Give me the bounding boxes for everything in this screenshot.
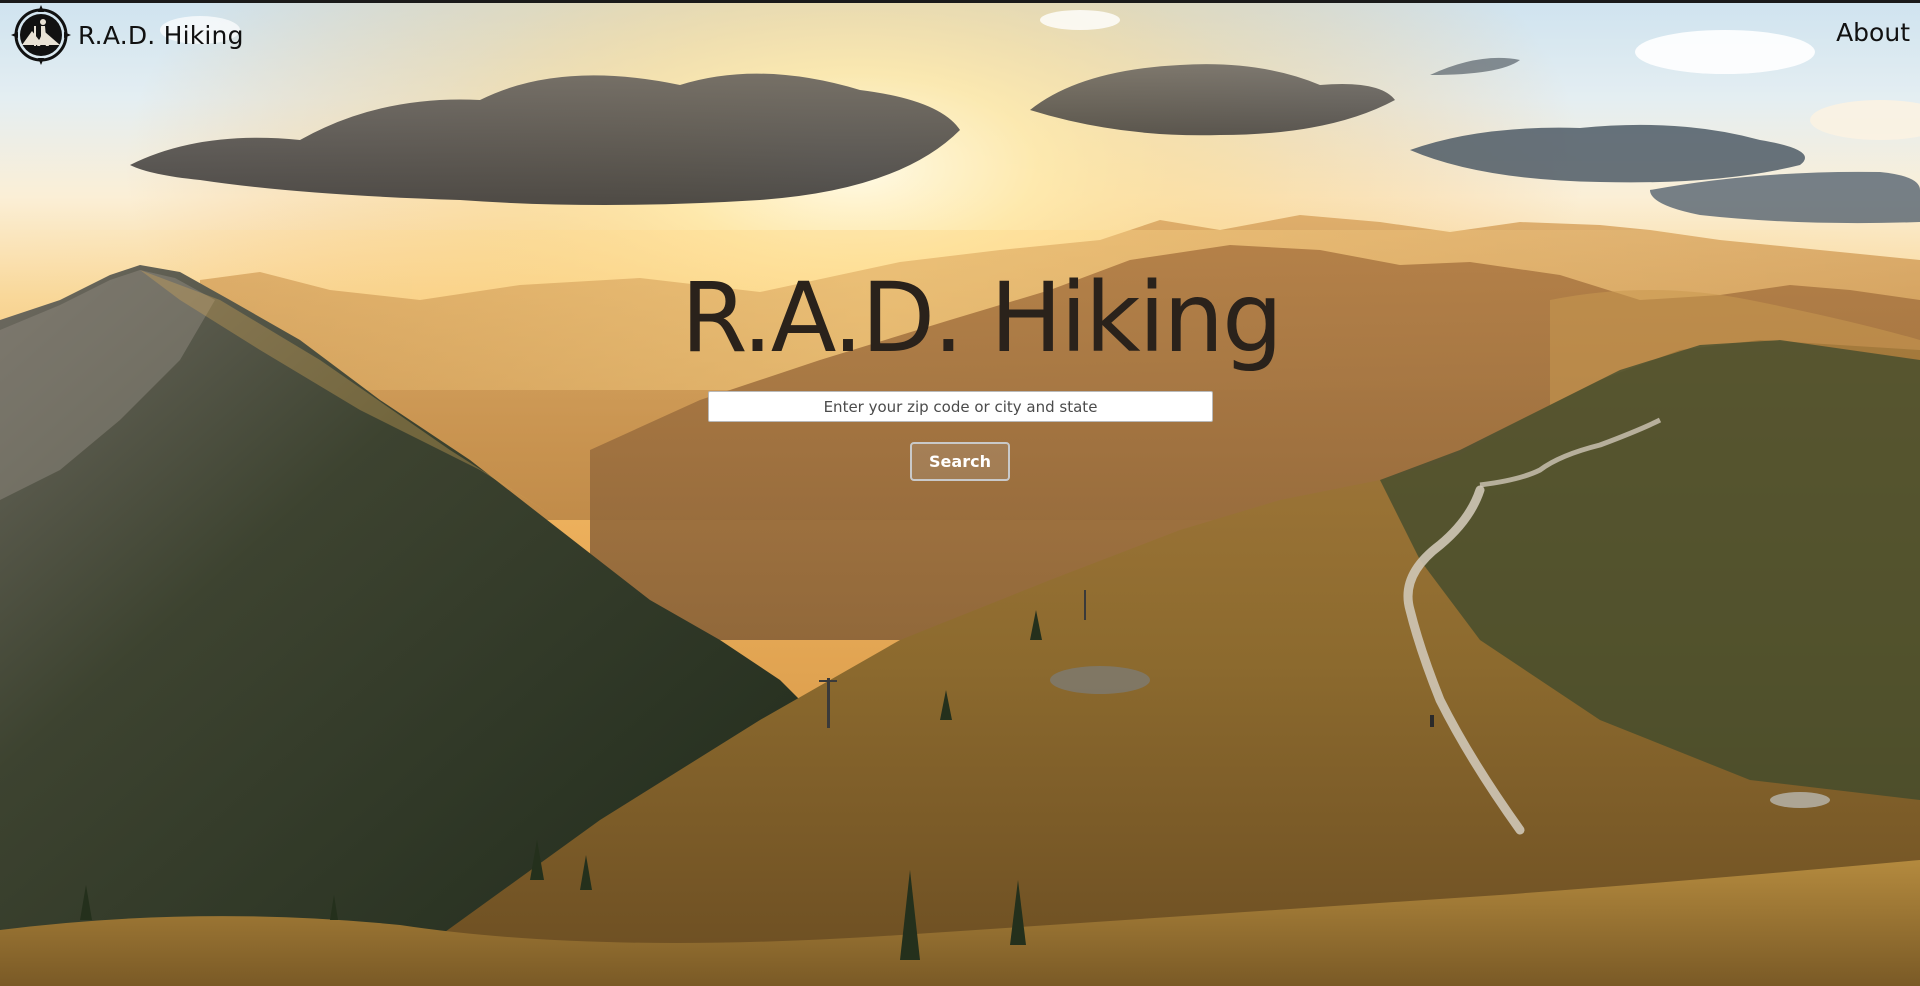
top-border <box>0 0 1920 3</box>
brand-name: R.A.D. Hiking <box>78 20 244 50</box>
hero-background-image <box>0 0 1920 986</box>
about-link[interactable]: About <box>1836 18 1910 47</box>
landing-page: R.A.D. Hiking About R.A.D. Hiking Search <box>0 0 1920 986</box>
search-button[interactable]: Search <box>910 442 1010 481</box>
hero-title: R.A.D. Hiking <box>680 262 1283 374</box>
brand-home-link[interactable]: R.A.D. Hiking <box>10 4 244 66</box>
compass-hiker-icon <box>11 5 71 65</box>
location-search-input[interactable] <box>708 391 1213 422</box>
